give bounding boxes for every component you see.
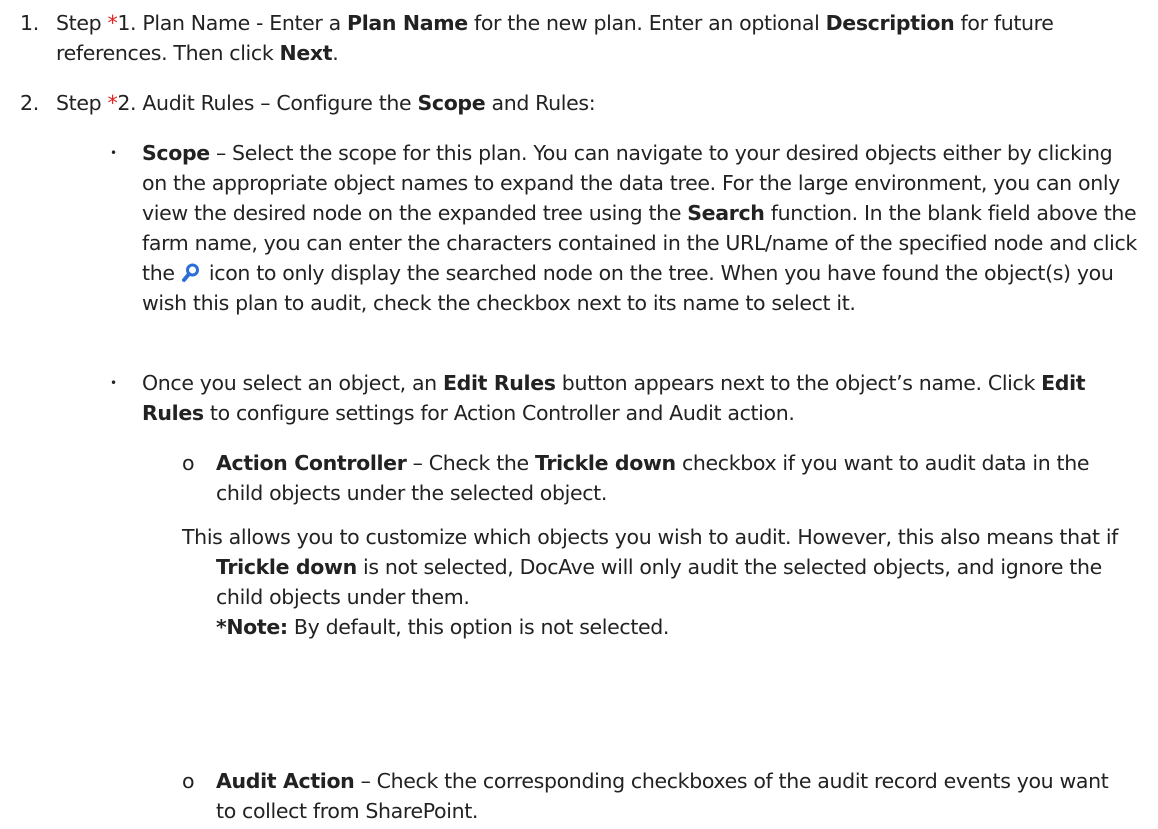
page: { "items": { "step1": { "number": "1.", … (0, 0, 1158, 829)
scope-text: Scope – Select the scope for this plan. … (142, 141, 1137, 315)
bullet: • (110, 146, 117, 160)
step-2-number: 2. (20, 91, 39, 115)
trickle-note-text: This allows you to customize which objec… (182, 525, 1119, 639)
sub-bullet: o (182, 769, 195, 793)
action-controller-text: Action Controller – Check the Trickle do… (216, 451, 1090, 505)
sub-bullet: o (182, 451, 195, 475)
step-2-text: Step *2. Audit Rules – Configure the Sco… (56, 91, 596, 115)
bullet: • (110, 376, 117, 390)
step-1-number: 1. (20, 11, 39, 35)
note-label: *Note: (216, 615, 288, 639)
edit-rules-text: Once you select an object, an Edit Rules… (142, 371, 1086, 425)
audit-action-text: Audit Action – Check the corresponding c… (216, 769, 1109, 823)
required-star: * (107, 11, 118, 35)
step-1-text: Step *1. Plan Name - Enter a Plan Name f… (56, 11, 1054, 65)
magnifier-icon (181, 261, 200, 282)
required-star: * (107, 91, 118, 115)
